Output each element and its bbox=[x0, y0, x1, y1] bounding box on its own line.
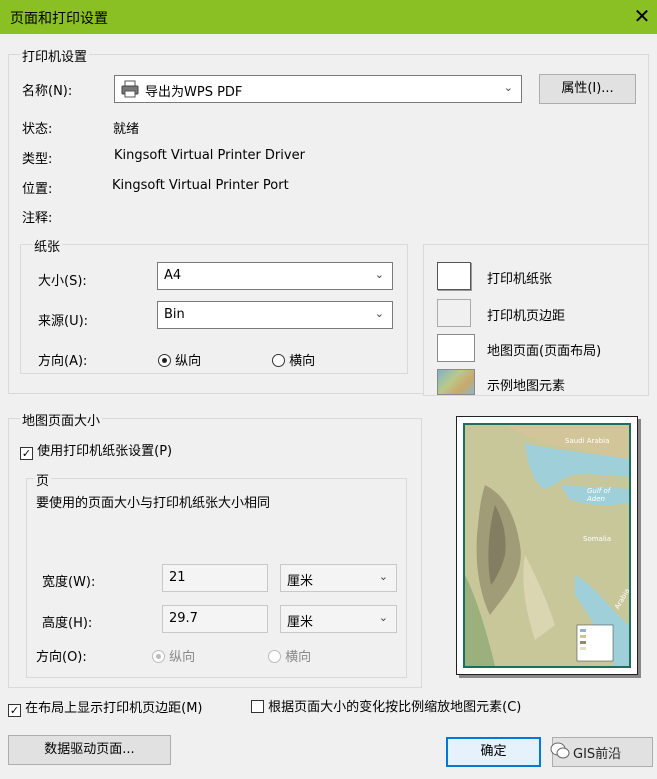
use-printer-paper-checkbox[interactable]: ✓ bbox=[20, 447, 33, 460]
properties-button[interactable]: 属性(I)... bbox=[539, 74, 636, 104]
printer-name-combo[interactable]: 导出为WPS PDF ⌄ bbox=[114, 75, 522, 103]
where-value: Kingsoft Virtual Printer Port bbox=[112, 178, 289, 193]
chevron-down-icon: ⌄ bbox=[374, 307, 384, 320]
sample-elements-swatch bbox=[437, 369, 475, 395]
height-unit-combo[interactable]: 厘米 ⌄ bbox=[280, 605, 397, 633]
paper-source-combo[interactable]: Bin ⌄ bbox=[157, 301, 393, 329]
data-driven-pages-button[interactable]: 数据驱动页面... bbox=[8, 735, 171, 765]
map-orientation-label: 方向(O): bbox=[36, 650, 87, 665]
status-value: 就绪 bbox=[113, 122, 140, 137]
portrait-radio[interactable] bbox=[158, 354, 171, 367]
scale-elements-option[interactable]: 根据页面大小的变化按比例缩放地图元素(C) bbox=[251, 696, 521, 715]
paper-portrait-option[interactable]: 纵向 bbox=[158, 350, 201, 369]
map-portrait-option[interactable]: 纵向 bbox=[152, 646, 195, 665]
scale-elements-checkbox[interactable] bbox=[251, 700, 264, 713]
landscape-radio-label: 横向 bbox=[289, 354, 316, 369]
use-printer-paper-label: 使用打印机纸张设置(P) bbox=[37, 444, 173, 459]
map-label-saudi-arabia: Saudi Arabia bbox=[565, 437, 610, 445]
width-unit-combo[interactable]: 厘米 ⌄ bbox=[280, 564, 397, 592]
map-label-gulf-of-aden: Gulf of Aden bbox=[587, 487, 611, 503]
paper-size-label: 大小(S): bbox=[38, 274, 87, 289]
printer-margins-swatch bbox=[437, 299, 471, 327]
chevron-down-icon: ⌄ bbox=[374, 268, 384, 281]
map-label-somalia: Somalia bbox=[583, 535, 612, 543]
printer-paper-swatch bbox=[437, 262, 471, 290]
type-value: Kingsoft Virtual Printer Driver bbox=[114, 148, 305, 163]
width-input[interactable]: 21 bbox=[162, 564, 268, 592]
portrait-radio-label: 纵向 bbox=[175, 354, 202, 369]
paper-group-label: 纸张 bbox=[32, 236, 63, 255]
page-subgroup-label: 页 bbox=[34, 470, 52, 489]
map-page-swatch bbox=[437, 334, 475, 362]
watermark-text: GIS前沿 bbox=[573, 747, 622, 762]
map-page-size-label: 地图页面大小 bbox=[20, 410, 103, 429]
width-label: 宽度(W): bbox=[42, 575, 96, 590]
map-landscape-radio[interactable] bbox=[268, 650, 281, 663]
show-margins-label: 在布局上显示打印机页边距(M) bbox=[25, 701, 203, 716]
printer-name-label: 名称(N): bbox=[22, 84, 73, 99]
wechat-icon bbox=[550, 741, 570, 761]
height-unit-value: 厘米 bbox=[287, 615, 314, 630]
height-label: 高度(H): bbox=[42, 616, 93, 631]
window-title: 页面和打印设置 bbox=[10, 11, 108, 27]
preview-map: Saudi Arabia Gulf of Aden Somalia Arabia bbox=[463, 423, 631, 668]
page-size-note: 要使用的页面大小与打印机纸张大小相同 bbox=[36, 496, 271, 511]
legend-printer-margins: 打印机页边距 bbox=[487, 309, 566, 324]
status-label: 状态: bbox=[22, 122, 53, 137]
printer-icon bbox=[121, 80, 139, 98]
use-printer-paper-option[interactable]: ✓ 使用打印机纸张设置(P) bbox=[20, 440, 172, 460]
paper-orientation-label: 方向(A): bbox=[38, 354, 88, 369]
paper-size-value: A4 bbox=[164, 268, 182, 283]
chevron-down-icon: ⌄ bbox=[378, 611, 388, 624]
where-label: 位置: bbox=[22, 182, 53, 197]
ok-button[interactable]: 确定 bbox=[446, 737, 541, 767]
map-portrait-label: 纵向 bbox=[169, 650, 196, 665]
width-unit-value: 厘米 bbox=[287, 574, 314, 589]
height-input[interactable]: 29.7 bbox=[162, 605, 268, 633]
map-landscape-label: 横向 bbox=[285, 650, 312, 665]
type-label: 类型: bbox=[22, 152, 53, 167]
comment-label: 注释: bbox=[22, 211, 53, 226]
chevron-down-icon: ⌄ bbox=[503, 81, 513, 94]
map-portrait-radio[interactable] bbox=[152, 650, 165, 663]
legend-map-page: 地图页面(页面布局) bbox=[487, 344, 602, 359]
printer-name-value: 导出为WPS PDF bbox=[145, 85, 243, 100]
show-margins-option[interactable]: ✓ 在布局上显示打印机页边距(M) bbox=[8, 697, 203, 717]
show-margins-checkbox[interactable]: ✓ bbox=[8, 704, 21, 717]
chevron-down-icon: ⌄ bbox=[378, 570, 388, 583]
paper-size-combo[interactable]: A4 ⌄ bbox=[157, 262, 393, 290]
paper-source-label: 来源(U): bbox=[38, 314, 89, 329]
legend-sample-elements: 示例地图元素 bbox=[487, 379, 566, 394]
scale-elements-label: 根据页面大小的变化按比例缩放地图元素(C) bbox=[268, 700, 522, 715]
map-landscape-option[interactable]: 横向 bbox=[268, 646, 311, 665]
close-icon[interactable]: ✕ bbox=[630, 4, 654, 28]
landscape-radio[interactable] bbox=[272, 354, 285, 367]
printer-settings-label: 打印机设置 bbox=[20, 46, 90, 65]
page-preview: Saudi Arabia Gulf of Aden Somalia Arabia bbox=[456, 416, 638, 675]
legend-printer-paper: 打印机纸张 bbox=[487, 272, 553, 287]
paper-source-value: Bin bbox=[164, 307, 185, 322]
paper-landscape-option[interactable]: 横向 bbox=[272, 350, 315, 369]
